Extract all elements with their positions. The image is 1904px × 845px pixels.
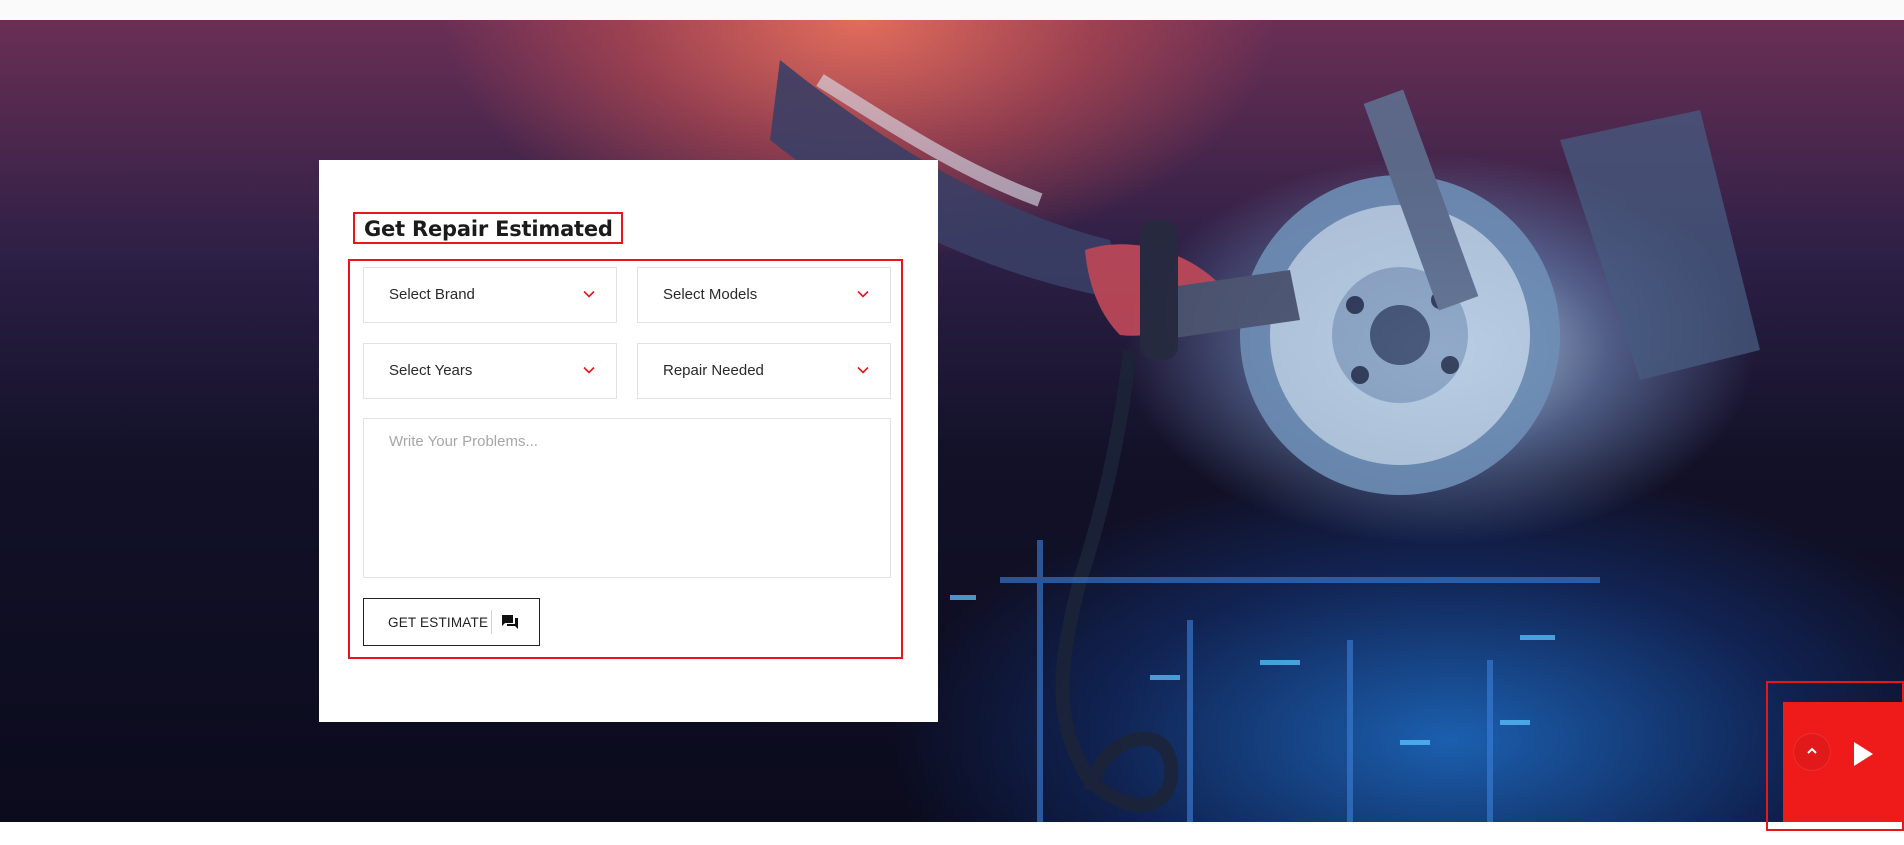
problem-textarea[interactable]: Write Your Problems... — [363, 418, 891, 578]
models-select-label: Select Models — [663, 286, 758, 303]
form-title: Get Repair Estimated — [364, 217, 613, 241]
chevron-down-icon — [857, 366, 869, 374]
brand-select-label: Select Brand — [389, 286, 475, 303]
chat-bubble-icon — [502, 615, 518, 629]
hero-background: Get Repair Estimated Select Brand Select… — [0, 20, 1904, 822]
top-header-strip — [0, 0, 1904, 21]
chevron-down-icon — [583, 366, 595, 374]
repair-select-label: Repair Needed — [663, 362, 764, 379]
years-select-label: Select Years — [389, 362, 473, 379]
title-highlight-box: Get Repair Estimated — [353, 212, 623, 244]
chevron-down-icon — [857, 290, 869, 298]
repair-select[interactable]: Repair Needed — [637, 343, 891, 399]
models-select[interactable]: Select Models — [637, 267, 891, 323]
estimate-form-card: Get Repair Estimated Select Brand Select… — [319, 160, 938, 722]
chevron-up-icon — [1807, 747, 1817, 754]
get-estimate-label: GET ESTIMATE — [388, 615, 489, 630]
chevron-down-icon — [583, 290, 595, 298]
button-divider — [491, 610, 492, 634]
floating-action-panel — [1783, 702, 1904, 822]
play-icon[interactable] — [1851, 740, 1875, 768]
get-estimate-button[interactable]: GET ESTIMATE — [363, 598, 540, 646]
years-select[interactable]: Select Years — [363, 343, 617, 399]
brand-select[interactable]: Select Brand — [363, 267, 617, 323]
mechanic-brake-image — [770, 60, 1760, 822]
scroll-to-top-button[interactable] — [1794, 734, 1830, 770]
problem-placeholder: Write Your Problems... — [389, 433, 538, 450]
